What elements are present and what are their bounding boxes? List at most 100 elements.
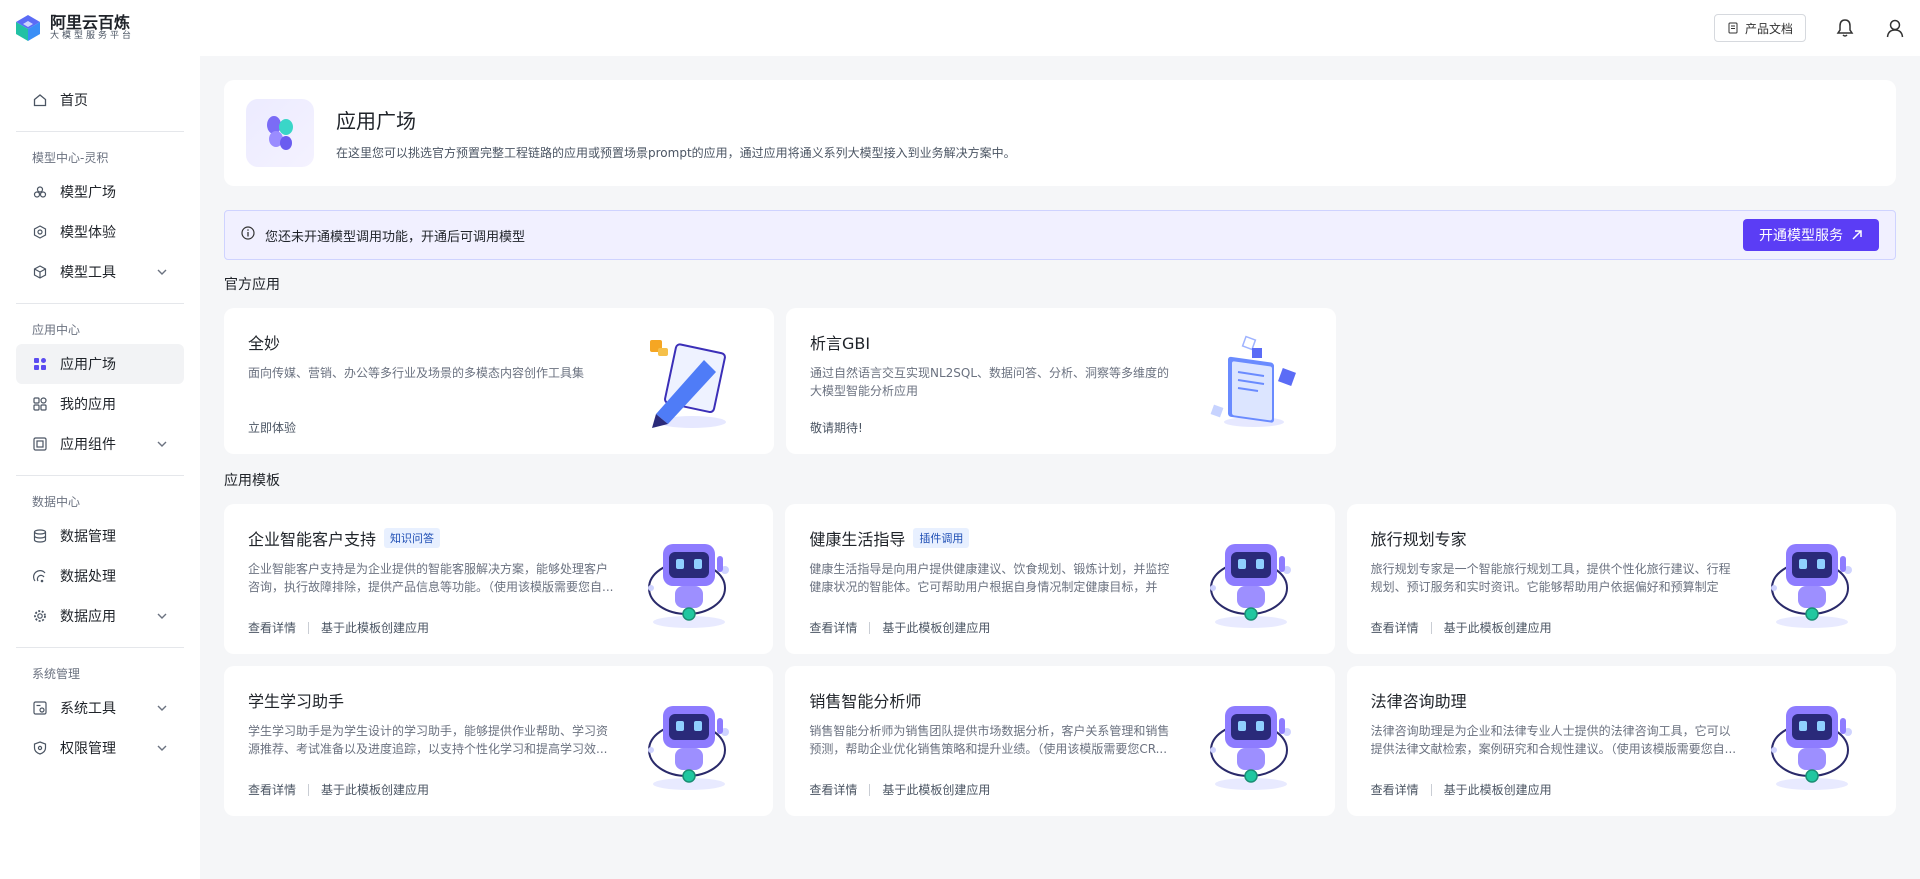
official-apps-title: 官方应用 [224,277,280,293]
sidebar-item-system-tools[interactable]: 系统工具 [16,688,184,728]
brand-title: 阿里云百炼 [50,13,131,33]
info-icon [241,226,255,244]
sidebar-item-label: 应用广场 [60,357,116,373]
create-from-template-link[interactable]: 基于此模板创建应用 [321,619,429,636]
template-card[interactable]: 学生学习助手 学生学习助手是为学生设计的学习助手，能够提供作业帮助、学习资源推荐… [224,666,774,816]
sidebar-item-label: 权限管理 [60,741,116,757]
activate-button-label: 开通模型服务 [1759,228,1843,244]
card-title: 旅行规划专家 [1370,530,1467,549]
arrow-up-right-icon [1852,230,1862,240]
sidebar-item-app-square[interactable]: 应用广场 [16,344,184,384]
gear-icon [32,608,48,624]
card-description: 面向传媒、营销、办公等多行业及场景的多模态内容创作工具集 [248,366,585,380]
home-icon [32,92,48,108]
sidebar-item-data-management[interactable]: 数据管理 [16,516,184,556]
sidebar-item-app-components[interactable]: 应用组件 [16,424,184,464]
template-card[interactable]: 企业智能客户支持 知识问答 企业智能客户支持是为企业提供的智能客服解决方案，能够处… [224,504,774,654]
sidebar: 首页 模型中心-灵积 模型广场 模型体验 模型工具 应用中心 应用广场 我的应用… [0,56,200,879]
sidebar-item-label: 首页 [60,93,88,109]
template-card[interactable]: 销售智能分析师 销售智能分析师为销售团队提供市场数据分析，客户关系管理和销售预测… [785,666,1335,816]
template-tag: 插件调用 [913,528,970,548]
notification-bell-icon[interactable] [1834,17,1856,39]
sidebar-item-label: 模型体验 [60,225,116,241]
user-avatar-icon[interactable] [1884,17,1906,39]
card-description: 通过自然语言交互实现NL2SQL、数据问答、分析、洞察等多维度的大模型智能分析应… [810,366,1170,398]
brand-logo[interactable]: 阿里云百炼 大模型服务平台 [14,14,134,42]
sidebar-item-label: 模型广场 [60,185,116,201]
card-description: 旅行规划专家是一个智能旅行规划工具，提供个性化旅行建议、行程规划、预订服务和实时… [1370,562,1731,594]
document-icon [1728,22,1738,34]
sidebar-item-label: 数据处理 [60,569,116,585]
try-now-link[interactable]: 立即体验 [248,419,296,436]
sidebar-group-title: 系统管理 [32,666,81,681]
sidebar-item-data-apps[interactable]: 数据应用 [16,596,184,636]
robot-icon [633,684,743,794]
grid-icon [32,356,48,372]
sidebar-item-label: 数据管理 [60,529,116,545]
card-title: 析言GBI [810,334,871,353]
sidebar-item-model-experience[interactable]: 模型体验 [16,212,184,252]
page-description: 在这里您可以挑选官方预置完整工程链路的应用或预置场景prompt的应用，通过应用… [336,146,1016,160]
template-card[interactable]: 旅行规划专家 旅行规划专家是一个智能旅行规划工具，提供个性化旅行建议、行程规划、… [1346,504,1896,654]
robot-icon [1195,522,1305,632]
hexagon-icon [32,224,48,240]
product-docs-label: 产品文档 [1744,21,1793,36]
card-title: 法律咨询助理 [1370,692,1467,711]
main-content: 应用广场 在这里您可以挑选官方预置完整工程链路的应用或预置场景prompt的应用… [200,56,1920,879]
product-docs-button[interactable]: 产品文档 [1713,14,1806,42]
toolbox-icon [32,700,48,716]
create-from-template-link[interactable]: 基于此模板创建应用 [1444,619,1552,636]
template-card[interactable]: 法律咨询助理 法律咨询助理是为企业和法律专业人士提供的法律咨询工具，它可以提供法… [1346,666,1896,816]
view-details-link[interactable]: 查看详情 [248,781,296,798]
page-header: 应用广场 在这里您可以挑选官方预置完整工程链路的应用或预置场景prompt的应用… [224,80,1896,186]
create-from-template-link[interactable]: 基于此模板创建应用 [882,619,990,636]
view-details-link[interactable]: 查看详情 [809,619,857,636]
card-title: 学生学习助手 [248,692,345,711]
notice-text: 您还未开通模型调用功能，开通后可调用模型 [265,229,526,245]
create-from-template-link[interactable]: 基于此模板创建应用 [1444,781,1552,798]
sidebar-item-home[interactable]: 首页 [16,80,184,120]
database-icon [32,528,48,544]
card-description: 企业智能客户支持是为企业提供的智能客服解决方案，能够处理客户咨询，执行故障排除，… [248,562,614,594]
brand-logo-icon [14,14,42,42]
sidebar-item-label: 数据应用 [60,609,116,625]
template-card[interactable]: 健康生活指导 插件调用 健康生活指导是向用户提供健康建议、饮食规划、锻炼计划，并监… [785,504,1335,654]
view-details-link[interactable]: 查看详情 [1371,781,1419,798]
card-title: 全妙 [248,334,281,353]
sidebar-item-my-apps[interactable]: 我的应用 [16,384,184,424]
shield-icon [32,740,48,756]
card-title: 企业智能客户支持 [248,530,377,549]
sidebar-item-permission-management[interactable]: 权限管理 [16,728,184,768]
report-illustration-icon [1196,326,1306,436]
signal-icon [32,568,48,584]
card-title: 销售智能分析师 [809,692,922,711]
robot-icon [1756,684,1866,794]
app-square-icon [246,99,314,167]
component-icon [32,436,48,452]
official-app-card[interactable]: 析言GBI 通过自然语言交互实现NL2SQL、数据问答、分析、洞察等多维度的大模… [786,308,1336,454]
sidebar-group-title: 模型中心-灵积 [32,150,109,165]
sidebar-item-data-processing[interactable]: 数据处理 [16,556,184,596]
official-app-card[interactable]: 全妙 面向传媒、营销、办公等多行业及场景的多模态内容创作工具集 立即体验 [224,308,774,454]
app-templates-title: 应用模板 [224,473,280,489]
sidebar-group-title: 数据中心 [32,494,81,509]
sidebar-item-model-tools[interactable]: 模型工具 [16,252,184,292]
activate-model-service-button[interactable]: 开通模型服务 [1743,219,1879,251]
sidebar-item-model-square[interactable]: 模型广场 [16,172,184,212]
sidebar-item-label: 系统工具 [60,701,116,717]
activation-notice: 您还未开通模型调用功能，开通后可调用模型 开通模型服务 [224,210,1896,260]
chevron-down-icon [156,742,168,754]
cube-icon [32,264,48,280]
pencil-illustration-icon [634,326,744,436]
card-description: 销售智能分析师为销售团队提供市场数据分析，客户关系管理和销售预测，帮助企业优化销… [809,724,1170,756]
create-from-template-link[interactable]: 基于此模板创建应用 [321,781,429,798]
template-row: 学生学习助手 学生学习助手是为学生设计的学习助手，能够提供作业帮助、学习资源推荐… [224,666,1896,816]
robot-icon [1756,522,1866,632]
sidebar-group-title: 应用中心 [32,322,81,337]
chevron-down-icon [156,266,168,278]
create-from-template-link[interactable]: 基于此模板创建应用 [882,781,990,798]
top-bar: 阿里云百炼 大模型服务平台 产品文档 [0,0,1920,56]
view-details-link[interactable]: 查看详情 [248,619,296,636]
view-details-link[interactable]: 查看详情 [809,781,857,798]
view-details-link[interactable]: 查看详情 [1371,619,1419,636]
